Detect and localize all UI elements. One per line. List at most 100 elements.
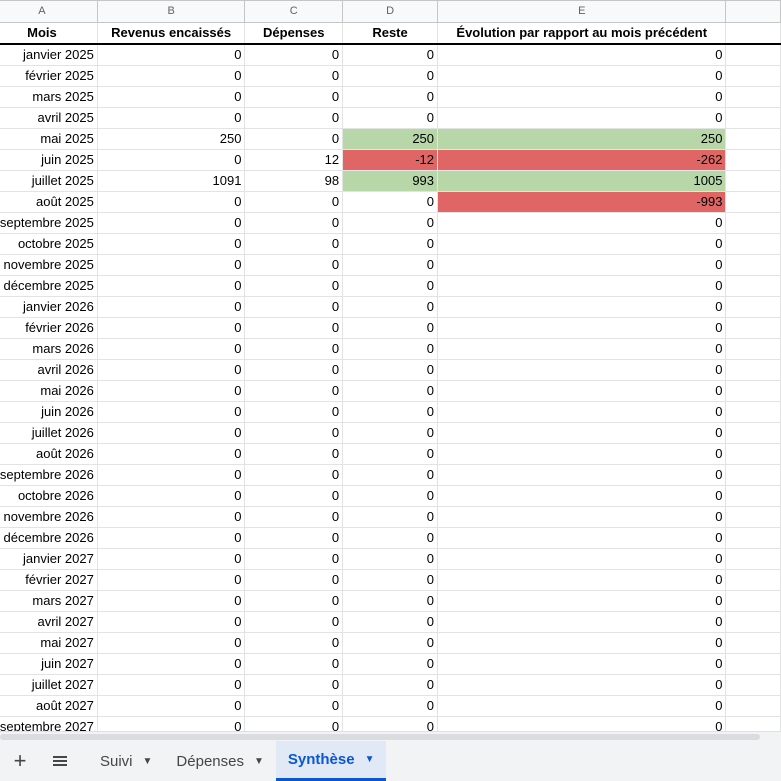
expense-cell[interactable]: 0 [244, 380, 344, 402]
expense-cell[interactable]: 0 [244, 527, 344, 549]
empty-cell[interactable] [725, 548, 781, 570]
revenue-cell[interactable]: 0 [96, 338, 246, 360]
column-header-c[interactable]: C [244, 0, 344, 23]
revenue-cell[interactable]: 0 [96, 65, 246, 87]
expense-cell[interactable]: 0 [244, 254, 344, 276]
month-cell[interactable]: janvier 2026 [0, 296, 98, 318]
empty-cell[interactable] [725, 464, 781, 486]
caret-down-icon[interactable]: ▼ [254, 756, 264, 767]
expense-cell[interactable]: 0 [244, 653, 344, 675]
evolution-cell[interactable]: 0 [437, 632, 727, 654]
evolution-cell[interactable]: 0 [437, 611, 727, 633]
revenue-cell[interactable]: 0 [96, 611, 246, 633]
empty-cell[interactable] [725, 128, 781, 150]
revenue-cell[interactable]: 0 [96, 695, 246, 717]
empty-cell[interactable] [725, 590, 781, 612]
spreadsheet-grid[interactable]: A B C D E Mois Revenus encaissés Dépense… [0, 0, 781, 731]
expense-cell[interactable]: 0 [244, 695, 344, 717]
month-cell[interactable]: février 2026 [0, 317, 98, 339]
month-cell[interactable]: septembre 2026 [0, 464, 98, 486]
revenue-cell[interactable]: 0 [96, 380, 246, 402]
evolution-cell[interactable]: 0 [437, 317, 727, 339]
revenue-cell[interactable]: 0 [96, 359, 246, 381]
evolution-cell[interactable]: 0 [437, 527, 727, 549]
evolution-cell[interactable]: 0 [437, 338, 727, 360]
revenue-cell[interactable]: 0 [96, 275, 246, 297]
month-cell[interactable]: février 2027 [0, 569, 98, 591]
caret-down-icon[interactable]: ▼ [143, 756, 153, 767]
remaining-cell[interactable]: 0 [342, 674, 439, 696]
header-cell-reste[interactable]: Reste [342, 22, 439, 45]
column-header-e[interactable]: E [437, 0, 727, 23]
month-cell[interactable]: mai 2027 [0, 632, 98, 654]
empty-cell[interactable] [725, 380, 781, 402]
remaining-cell[interactable]: 0 [342, 590, 439, 612]
evolution-cell[interactable]: 0 [437, 296, 727, 318]
evolution-cell[interactable]: 0 [437, 464, 727, 486]
revenue-cell[interactable]: 0 [96, 569, 246, 591]
evolution-cell[interactable]: 0 [437, 43, 727, 66]
remaining-cell[interactable]: 0 [342, 443, 439, 465]
evolution-cell[interactable]: 0 [437, 254, 727, 276]
month-cell[interactable]: septembre 2027 [0, 716, 98, 731]
month-cell[interactable]: novembre 2026 [0, 506, 98, 528]
evolution-cell[interactable]: 0 [437, 506, 727, 528]
expense-cell[interactable]: 0 [244, 716, 344, 731]
revenue-cell[interactable]: 0 [96, 422, 246, 444]
empty-cell[interactable] [725, 632, 781, 654]
empty-cell[interactable] [725, 653, 781, 675]
revenue-cell[interactable]: 0 [96, 107, 246, 129]
expense-cell[interactable]: 0 [244, 296, 344, 318]
expense-cell[interactable]: 0 [244, 632, 344, 654]
remaining-cell[interactable]: 0 [342, 569, 439, 591]
header-cell-evolution[interactable]: Évolution par rapport au mois précédent [437, 22, 727, 45]
remaining-cell[interactable]: 0 [342, 695, 439, 717]
evolution-cell[interactable]: 0 [437, 674, 727, 696]
menu-icon[interactable] [40, 741, 80, 781]
header-cell-revenus[interactable]: Revenus encaissés [96, 22, 246, 45]
evolution-cell[interactable]: 0 [437, 359, 727, 381]
remaining-cell[interactable]: 0 [342, 254, 439, 276]
month-cell[interactable]: décembre 2026 [0, 527, 98, 549]
expense-cell[interactable]: 0 [244, 359, 344, 381]
revenue-cell[interactable]: 0 [96, 485, 246, 507]
empty-cell[interactable] [725, 43, 781, 66]
evolution-cell[interactable]: 0 [437, 569, 727, 591]
remaining-cell[interactable]: 993 [342, 170, 439, 192]
tab-synthese[interactable]: Synthèse ▼ [275, 741, 387, 781]
empty-cell[interactable] [725, 212, 781, 234]
revenue-cell[interactable]: 0 [96, 548, 246, 570]
expense-cell[interactable]: 0 [244, 191, 344, 213]
revenue-cell[interactable]: 0 [96, 632, 246, 654]
empty-cell[interactable] [725, 149, 781, 171]
month-cell[interactable]: mars 2027 [0, 590, 98, 612]
month-cell[interactable]: décembre 2025 [0, 275, 98, 297]
remaining-cell[interactable]: 0 [342, 43, 439, 66]
evolution-cell[interactable]: 0 [437, 716, 727, 731]
remaining-cell[interactable]: 0 [342, 716, 439, 731]
evolution-cell[interactable]: 0 [437, 695, 727, 717]
month-cell[interactable]: avril 2025 [0, 107, 98, 129]
empty-cell[interactable] [725, 569, 781, 591]
evolution-cell[interactable]: 0 [437, 65, 727, 87]
revenue-cell[interactable]: 0 [96, 653, 246, 675]
empty-cell[interactable] [725, 611, 781, 633]
month-cell[interactable]: janvier 2027 [0, 548, 98, 570]
column-header-empty[interactable] [725, 0, 781, 23]
tab-suivi[interactable]: Suivi ▼ [88, 741, 164, 781]
month-cell[interactable]: juillet 2027 [0, 674, 98, 696]
revenue-cell[interactable]: 0 [96, 233, 246, 255]
evolution-cell[interactable]: -262 [437, 149, 727, 171]
remaining-cell[interactable]: 0 [342, 86, 439, 108]
empty-cell[interactable] [725, 254, 781, 276]
remaining-cell[interactable]: 0 [342, 548, 439, 570]
month-cell[interactable]: mai 2026 [0, 380, 98, 402]
evolution-cell[interactable]: 0 [437, 401, 727, 423]
remaining-cell[interactable]: 0 [342, 65, 439, 87]
expense-cell[interactable]: 0 [244, 464, 344, 486]
remaining-cell[interactable]: 0 [342, 212, 439, 234]
empty-cell[interactable] [725, 422, 781, 444]
revenue-cell[interactable]: 0 [96, 86, 246, 108]
remaining-cell[interactable]: 0 [342, 317, 439, 339]
empty-cell[interactable] [725, 296, 781, 318]
